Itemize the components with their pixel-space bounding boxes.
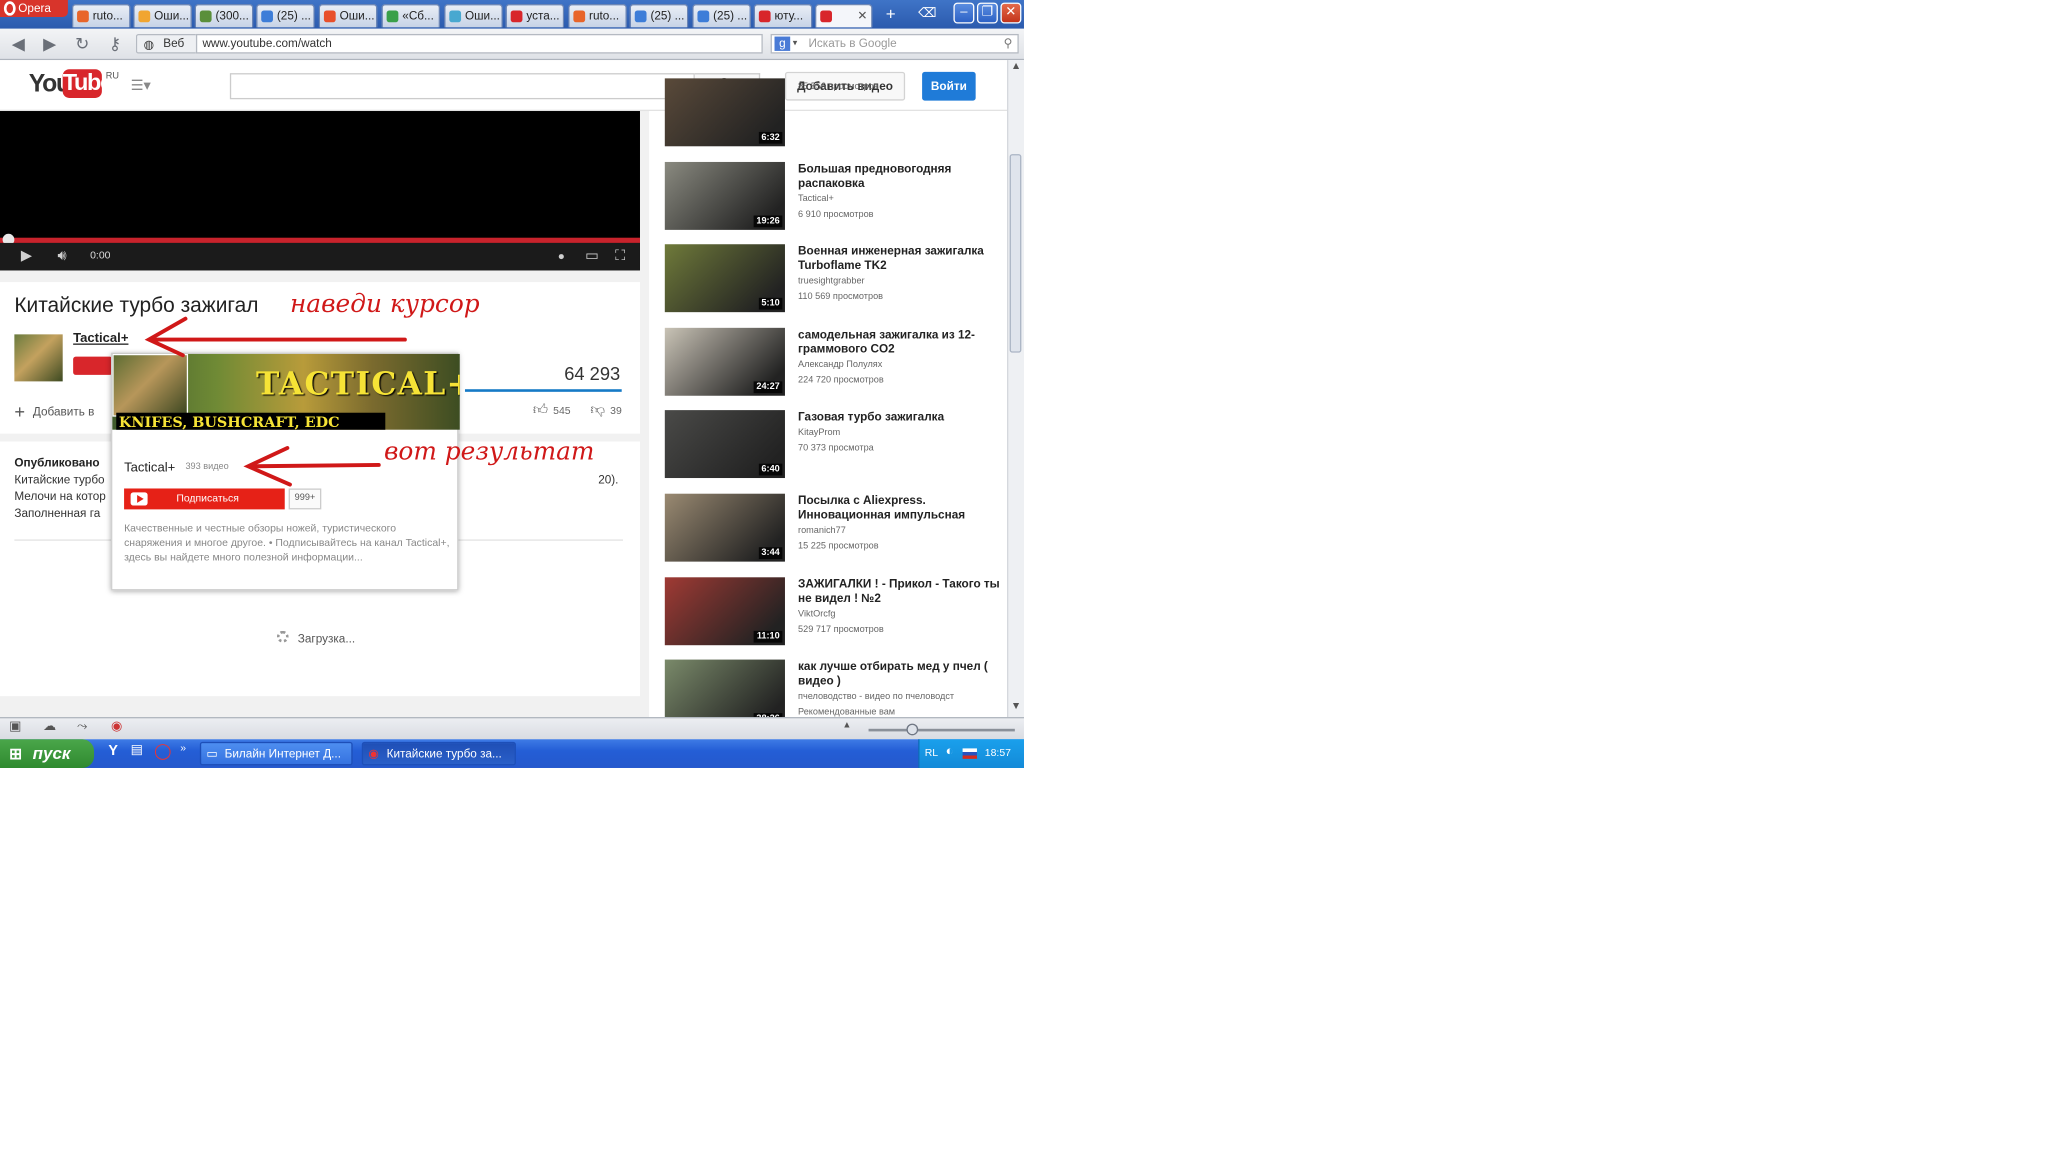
desktop-screen: Opera ruto... Оши... (300... (25) ... Оши...… xyxy=(0,0,1024,768)
annotation-arrow-head xyxy=(144,316,188,358)
annotation-arrow-line xyxy=(248,463,381,469)
annotation-arrows xyxy=(144,316,407,487)
